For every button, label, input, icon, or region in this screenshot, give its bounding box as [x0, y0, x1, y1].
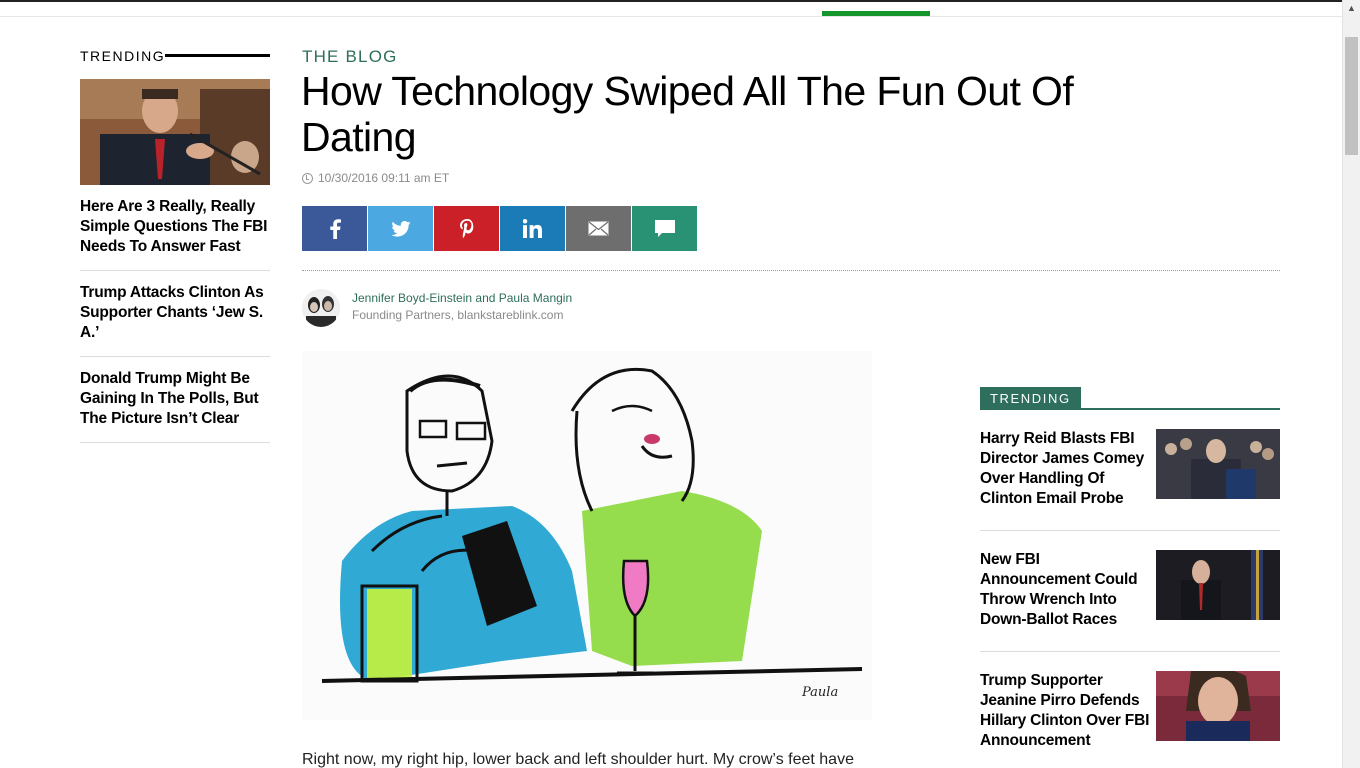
scrollbar-thumb[interactable] — [1345, 37, 1358, 155]
blog-kicker[interactable]: THE BLOG — [302, 47, 398, 67]
share-twitter-button[interactable] — [368, 206, 433, 251]
nav-active-indicator[interactable] — [822, 11, 930, 16]
list-item[interactable]: Trump Attacks Clinton As Supporter Chant… — [80, 271, 270, 357]
list-item[interactable]: Here Are 3 Really, Really Simple Questio… — [80, 185, 270, 271]
email-icon — [588, 221, 609, 236]
twitter-icon — [390, 220, 411, 237]
share-pinterest-button[interactable] — [434, 206, 499, 251]
list-item-title[interactable]: New FBI Announcement Could Throw Wrench … — [980, 550, 1152, 630]
avatar[interactable] — [302, 289, 340, 327]
page-title: How Technology Swiped All The Fun Out Of… — [301, 68, 1074, 160]
right-trending-header: TRENDING — [980, 387, 1280, 410]
author-byline: Jennifer Boyd-Einstein and Paula Mangin … — [302, 289, 572, 327]
left-trending-heading: TRENDING — [80, 48, 166, 64]
facebook-icon — [329, 218, 341, 239]
share-bar — [302, 206, 697, 251]
article-hero-illustration: Paula — [302, 351, 872, 720]
list-item[interactable]: Harry Reid Blasts FBI Director James Com… — [980, 410, 1280, 531]
comments-button[interactable] — [632, 206, 697, 251]
trending-thumb-pirro[interactable] — [1156, 671, 1280, 741]
list-item-title[interactable]: Trump Supporter Jeanine Pirro Defends Hi… — [980, 671, 1152, 751]
pinterest-icon — [459, 218, 473, 238]
list-item-title[interactable]: Harry Reid Blasts FBI Director James Com… — [980, 429, 1152, 509]
page-scrollbar[interactable]: ▲ — [1342, 0, 1360, 768]
left-trending-sidebar: TRENDING Here Are 3 Really, Really Simpl… — [80, 48, 270, 443]
clock-icon — [302, 172, 313, 184]
left-trending-list: Here Are 3 Really, Really Simple Questio… — [80, 185, 270, 443]
trending-photo-comey[interactable] — [80, 79, 270, 185]
top-border — [0, 0, 1342, 2]
list-item[interactable]: New FBI Announcement Could Throw Wrench … — [980, 531, 1280, 652]
divider — [302, 270, 1280, 271]
nav-divider — [0, 16, 1342, 17]
trending-thumb-reid[interactable] — [1156, 429, 1280, 499]
publish-date: 10/30/2016 09:11 am ET — [302, 171, 449, 185]
illustration-signature: Paula — [801, 685, 838, 700]
article-body-first-line: Right now, my right hip, lower back and … — [302, 751, 854, 768]
share-email-button[interactable] — [566, 206, 631, 251]
publish-date-text: 10/30/2016 09:11 am ET — [318, 171, 450, 185]
trending-thumb-comey[interactable] — [1156, 550, 1280, 620]
comment-icon — [654, 219, 675, 237]
list-item[interactable]: Trump Supporter Jeanine Pirro Defends Hi… — [980, 652, 1280, 768]
share-linkedin-button[interactable] — [500, 206, 565, 251]
left-trending-header: TRENDING — [80, 48, 270, 66]
linkedin-icon — [523, 219, 542, 238]
scroll-up-icon[interactable]: ▲ — [1343, 0, 1360, 17]
list-item[interactable]: Donald Trump Might Be Gaining In The Pol… — [80, 357, 270, 443]
right-trending-heading: TRENDING — [980, 387, 1081, 408]
heading-rule — [158, 54, 270, 57]
author-name-link[interactable]: Jennifer Boyd-Einstein and Paula Mangin — [352, 291, 572, 305]
author-role: Founding Partners, blankstareblink.com — [352, 308, 564, 322]
right-trending-sidebar: TRENDING Harry Reid Blasts FBI Director … — [980, 387, 1280, 768]
share-facebook-button[interactable] — [302, 206, 367, 251]
